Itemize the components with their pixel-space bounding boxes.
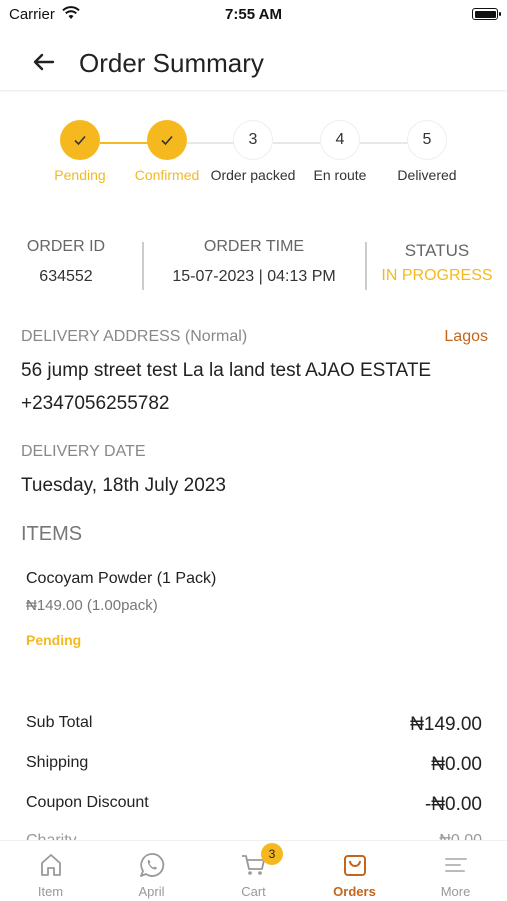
menu-lines-icon: [442, 851, 470, 879]
summary-row-shipping: Shipping ₦0.00: [26, 754, 482, 778]
summary-value: -₦0.00: [424, 794, 482, 815]
bottom-tab-bar: Item April 3 Cart Orders More: [0, 840, 507, 901]
summary-value: ₦0.00: [439, 832, 482, 840]
step-label: Delivered: [397, 167, 457, 183]
item-price: ₦149.00 (1.00pack): [26, 597, 158, 614]
order-id-value: 634552: [39, 268, 93, 285]
step-number: 4: [320, 120, 360, 160]
summary-row-subtotal: Sub Total ₦149.00: [26, 714, 482, 738]
status-label: STATUS: [404, 241, 470, 260]
items-heading: ITEMS: [21, 523, 83, 545]
status-badge: IN PROGRESS: [381, 267, 493, 284]
tab-more[interactable]: More: [405, 841, 506, 901]
tab-label: Item: [37, 884, 64, 899]
summary-value: ₦149.00: [410, 714, 482, 735]
item-name: Cocoyam Powder (1 Pack): [26, 570, 217, 587]
summary-row-coupon: Coupon Discount -₦0.00: [26, 794, 482, 818]
divider: [365, 242, 367, 290]
step-number: 5: [407, 120, 447, 160]
order-time: ORDER TIME 15-07-2023 | 04:13 PM: [148, 238, 360, 286]
divider: [142, 242, 144, 290]
tab-label: Orders: [333, 884, 376, 899]
page-title: Order Summary: [79, 48, 264, 78]
check-icon: [60, 120, 100, 160]
summary-label: Coupon Discount: [26, 794, 149, 811]
tab-label: April: [138, 884, 165, 899]
home-icon: [37, 851, 65, 879]
whatsapp-icon: [138, 851, 166, 879]
app-header: Order Summary: [0, 30, 507, 91]
order-status: STATUS IN PROGRESS: [374, 241, 500, 285]
summary-label: Shipping: [26, 754, 89, 771]
delivery-date-label: DELIVERY DATE: [21, 443, 146, 460]
tab-item[interactable]: Item: [0, 841, 101, 901]
order-time-value: 15-07-2023 | 04:13 PM: [172, 268, 336, 285]
order-time-label: ORDER TIME: [203, 238, 305, 255]
check-icon: [147, 120, 187, 160]
clock: 7:55 AM: [225, 6, 282, 23]
step-number: 3: [233, 120, 273, 160]
delivery-address: 56 jump street test La la land test AJAO…: [21, 360, 432, 381]
summary-label: Sub Total: [26, 714, 93, 731]
delivery-phone: +2347056255782: [21, 393, 170, 414]
summary-value: ₦0.00: [431, 754, 482, 775]
delivery-city: Lagos: [444, 328, 488, 345]
cart-count-badge: 3: [261, 843, 283, 865]
step-delivered: 5 Delivered: [372, 120, 482, 183]
battery-icon: [472, 8, 501, 20]
item-status-badge: Pending: [26, 632, 82, 648]
summary-label: Charity: [26, 832, 77, 840]
tab-cart[interactable]: 3 Cart: [203, 841, 304, 901]
shopping-bag-icon: [341, 851, 369, 879]
order-id-label: ORDER ID: [26, 238, 106, 255]
order-info: ORDER ID 634552 ORDER TIME 15-07-2023 | …: [0, 238, 507, 298]
tab-label: More: [440, 884, 471, 899]
delivery-date-value: Tuesday, 18th July 2023: [21, 475, 226, 496]
order-id: ORDER ID 634552: [10, 238, 122, 286]
status-bar: Carrier 7:55 AM: [0, 0, 507, 30]
arrow-left-icon[interactable]: [30, 48, 58, 76]
delivery-address-label: DELIVERY ADDRESS (Normal): [21, 328, 248, 345]
tab-label: Cart: [241, 884, 266, 899]
order-progress: Pending Confirmed 3 Order packed 4 En ro…: [0, 120, 507, 190]
tab-april[interactable]: April: [101, 841, 202, 901]
tab-orders[interactable]: Orders: [304, 841, 405, 901]
summary-row-charity: Charity ₦0.00: [26, 832, 482, 840]
